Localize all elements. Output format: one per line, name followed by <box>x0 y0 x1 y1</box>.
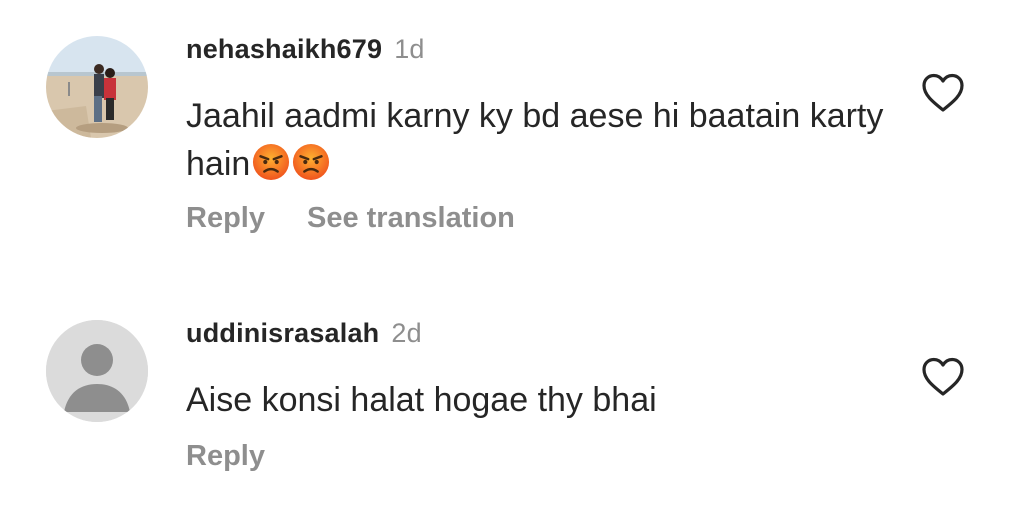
comment-actions: Reply <box>186 440 307 473</box>
username-text[interactable]: uddinisrasalah <box>186 318 379 348</box>
angry-face-icon <box>253 143 290 181</box>
comment-item: uddinisrasalah 2d Aise konsi halat hogae … <box>0 260 1024 512</box>
avatar[interactable] <box>46 36 148 138</box>
default-user-icon <box>46 320 148 422</box>
heart-outline-icon <box>922 357 964 396</box>
reply-button[interactable]: Reply <box>186 202 265 234</box>
comment-text: Jaahil aadmi karny ky bd aese hi baatain… <box>186 92 886 188</box>
angry-face-icon <box>293 143 330 181</box>
comment-time: 1d <box>394 34 425 64</box>
comment-body: Aise konsi halat hogae thy bhai <box>186 381 657 419</box>
comment-text: Aise konsi halat hogae thy bhai <box>186 376 886 424</box>
like-button[interactable] <box>920 72 966 114</box>
comment-username[interactable]: nehashaikh679 1d <box>186 34 425 65</box>
comment-username[interactable]: uddinisrasalah 2d <box>186 318 422 349</box>
heart-outline-icon <box>922 73 964 112</box>
username-text[interactable]: nehashaikh679 <box>186 34 382 64</box>
comment-item: nehashaikh679 1d Jaahil aadmi karny ky bd… <box>0 0 1024 260</box>
comment-actions: Reply See translation <box>186 202 557 235</box>
like-button[interactable] <box>920 356 966 398</box>
reply-button[interactable]: Reply <box>186 440 265 472</box>
beach-photo-avatar <box>46 36 148 138</box>
avatar[interactable] <box>46 320 148 422</box>
see-translation-button[interactable]: See translation <box>307 202 515 234</box>
comment-time: 2d <box>391 318 422 348</box>
comment-body: Jaahil aadmi karny ky bd aese hi baatain… <box>186 97 884 183</box>
